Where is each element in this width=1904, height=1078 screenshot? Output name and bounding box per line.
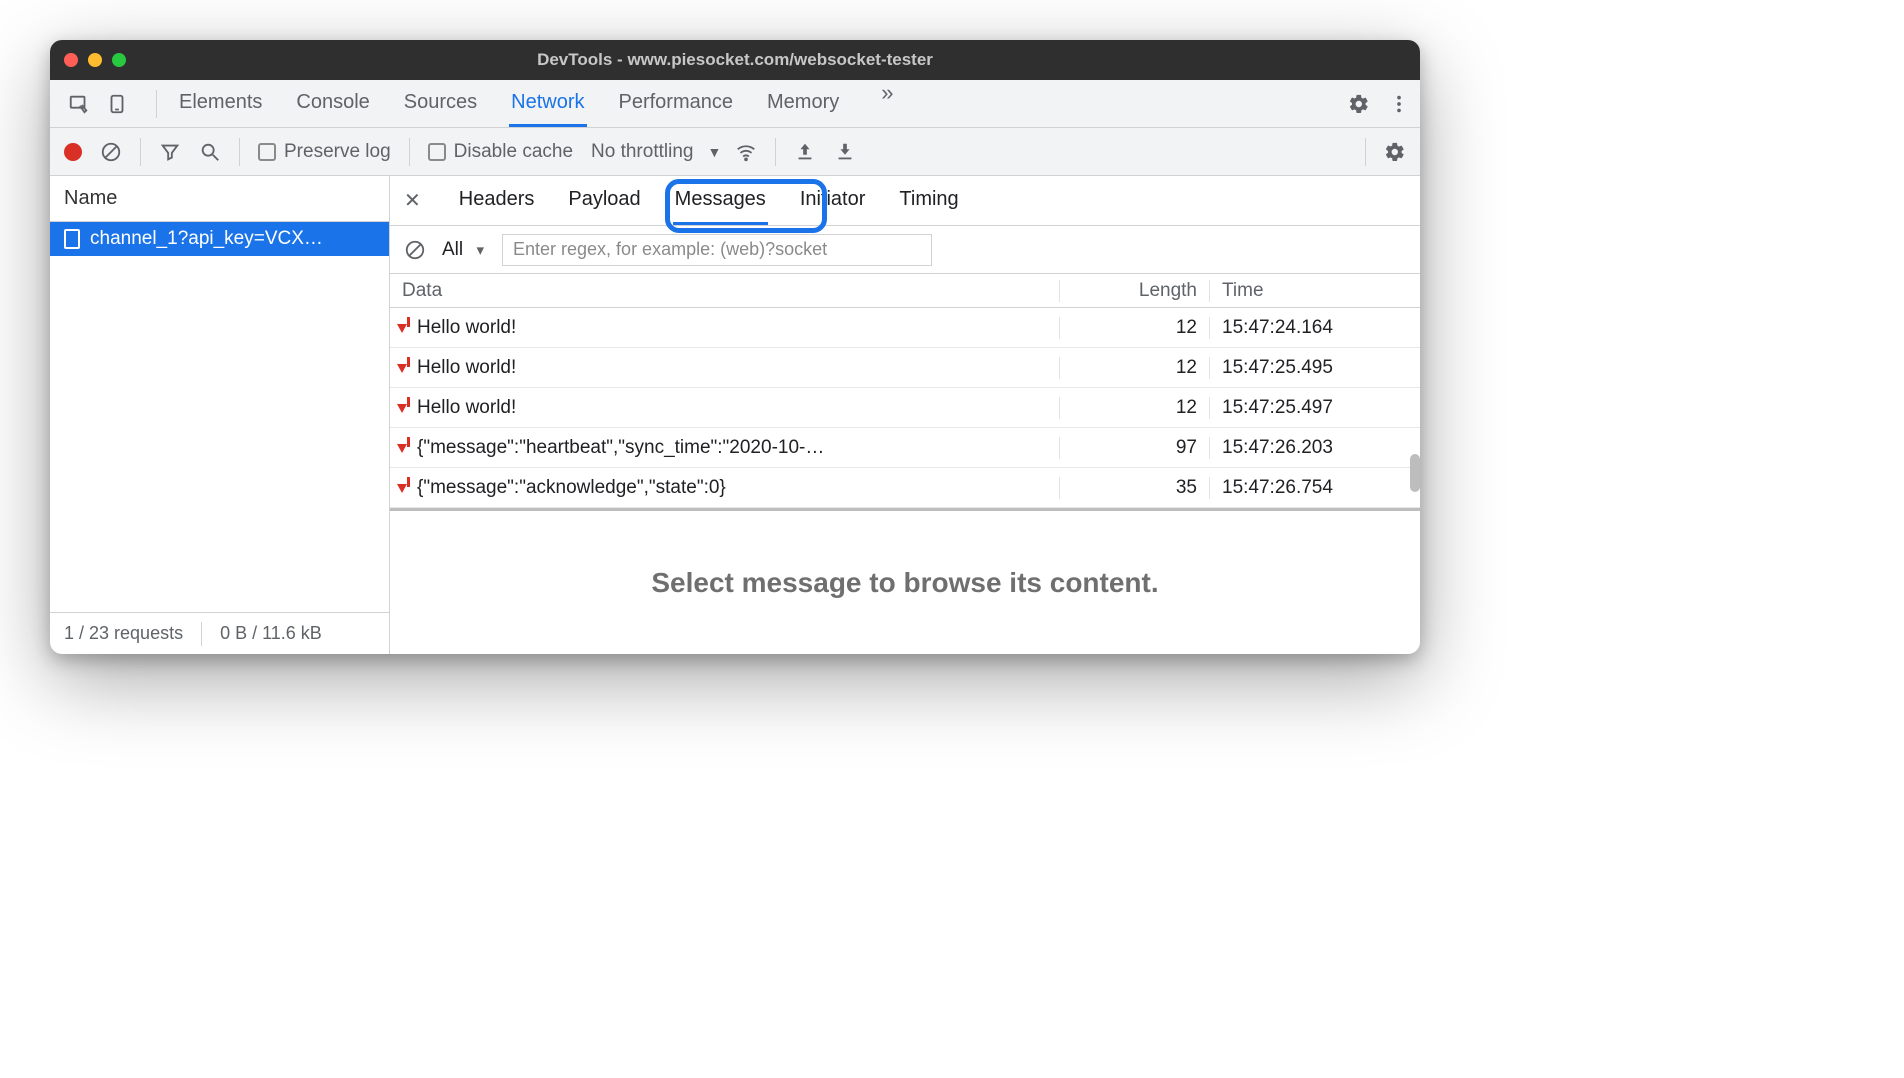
message-row[interactable]: Hello world! 12 15:47:25.495	[390, 348, 1420, 388]
request-row[interactable]: channel_1?api_key=VCX…	[50, 222, 389, 256]
settings-icon[interactable]	[1348, 93, 1370, 115]
message-row[interactable]: Hello world! 12 15:47:24.164	[390, 308, 1420, 348]
incoming-arrow-icon	[402, 443, 415, 453]
minimize-window-button[interactable]	[88, 53, 102, 67]
window-controls	[64, 53, 126, 67]
message-row[interactable]: Hello world! 12 15:47:25.497	[390, 388, 1420, 428]
download-icon[interactable]	[834, 141, 856, 163]
message-row[interactable]: {"message":"acknowledge","state":0} 35 1…	[390, 468, 1420, 508]
clear-icon[interactable]	[100, 141, 122, 163]
network-content: Name channel_1?api_key=VCX… 1 / 23 reque…	[50, 176, 1420, 654]
record-button[interactable]	[64, 143, 82, 161]
chevron-down-icon[interactable]: ▼	[707, 144, 721, 160]
titlebar: DevTools - www.piesocket.com/websocket-t…	[50, 40, 1420, 80]
filter-icon[interactable]	[159, 141, 181, 163]
tab-messages[interactable]: Messages	[673, 176, 768, 225]
tab-elements[interactable]: Elements	[177, 80, 264, 127]
message-type-select[interactable]: All	[442, 239, 486, 260]
scrollbar-thumb[interactable]	[1410, 454, 1420, 492]
tab-performance[interactable]: Performance	[617, 80, 736, 127]
clear-messages-icon[interactable]	[404, 239, 426, 261]
tab-console[interactable]: Console	[294, 80, 371, 127]
tab-payload[interactable]: Payload	[566, 176, 642, 225]
disable-cache-label: Disable cache	[454, 141, 573, 163]
messages-filterbar: All	[390, 226, 1420, 274]
disable-cache-checkbox[interactable]: Disable cache	[428, 141, 573, 163]
window-title: DevTools - www.piesocket.com/websocket-t…	[50, 50, 1420, 70]
close-details-icon[interactable]: ✕	[404, 188, 427, 213]
incoming-arrow-icon	[402, 483, 415, 493]
col-header-data[interactable]: Data	[390, 280, 1060, 302]
tab-headers[interactable]: Headers	[457, 176, 537, 225]
request-name: channel_1?api_key=VCX…	[90, 228, 323, 250]
kebab-menu-icon[interactable]	[1388, 93, 1410, 115]
main-tabs: Elements Console Sources Network Perform…	[177, 80, 903, 127]
requests-sidebar: Name channel_1?api_key=VCX… 1 / 23 reque…	[50, 176, 390, 654]
upload-icon[interactable]	[794, 141, 816, 163]
message-content-placeholder: Select message to browse its content.	[390, 511, 1420, 654]
requests-status-bar: 1 / 23 requests 0 B / 11.6 kB	[50, 612, 389, 654]
messages-table-header[interactable]: Data Length Time	[390, 274, 1420, 308]
detail-tabs: ✕ Headers Payload Messages Initiator Tim…	[390, 176, 1420, 226]
network-conditions-icon[interactable]	[735, 141, 757, 163]
network-toolbar: Preserve log Disable cache No throttling…	[50, 128, 1420, 176]
zoom-window-button[interactable]	[112, 53, 126, 67]
tab-network[interactable]: Network	[509, 80, 586, 127]
panel-settings-icon[interactable]	[1384, 141, 1406, 163]
document-icon	[64, 229, 80, 249]
search-icon[interactable]	[199, 141, 221, 163]
col-header-length[interactable]: Length	[1060, 280, 1210, 302]
device-toolbar-icon[interactable]	[106, 93, 128, 115]
incoming-arrow-icon	[402, 363, 415, 373]
inspect-element-icon[interactable]	[68, 93, 90, 115]
incoming-arrow-icon	[402, 403, 415, 413]
tab-memory[interactable]: Memory	[765, 80, 841, 127]
devtools-window: DevTools - www.piesocket.com/websocket-t…	[50, 40, 1420, 654]
message-regex-input[interactable]	[502, 234, 932, 266]
close-window-button[interactable]	[64, 53, 78, 67]
preserve-log-label: Preserve log	[284, 141, 391, 163]
tabs-overflow-button[interactable]: »	[871, 80, 903, 127]
throttling-select[interactable]: No throttling	[591, 141, 693, 163]
col-header-time[interactable]: Time	[1210, 280, 1420, 302]
request-details: ✕ Headers Payload Messages Initiator Tim…	[390, 176, 1420, 654]
tab-timing[interactable]: Timing	[897, 176, 960, 225]
tab-initiator[interactable]: Initiator	[798, 176, 868, 225]
messages-table: Data Length Time Hello world! 12 15:47:2…	[390, 274, 1420, 511]
status-requests: 1 / 23 requests	[64, 623, 183, 644]
tab-sources[interactable]: Sources	[402, 80, 479, 127]
main-tabstrip: Elements Console Sources Network Perform…	[50, 80, 1420, 128]
message-row[interactable]: {"message":"heartbeat","sync_time":"2020…	[390, 428, 1420, 468]
requests-header-name[interactable]: Name	[50, 176, 389, 222]
incoming-arrow-icon	[402, 323, 415, 333]
status-transfer: 0 B / 11.6 kB	[220, 623, 322, 644]
preserve-log-checkbox[interactable]: Preserve log	[258, 141, 391, 163]
